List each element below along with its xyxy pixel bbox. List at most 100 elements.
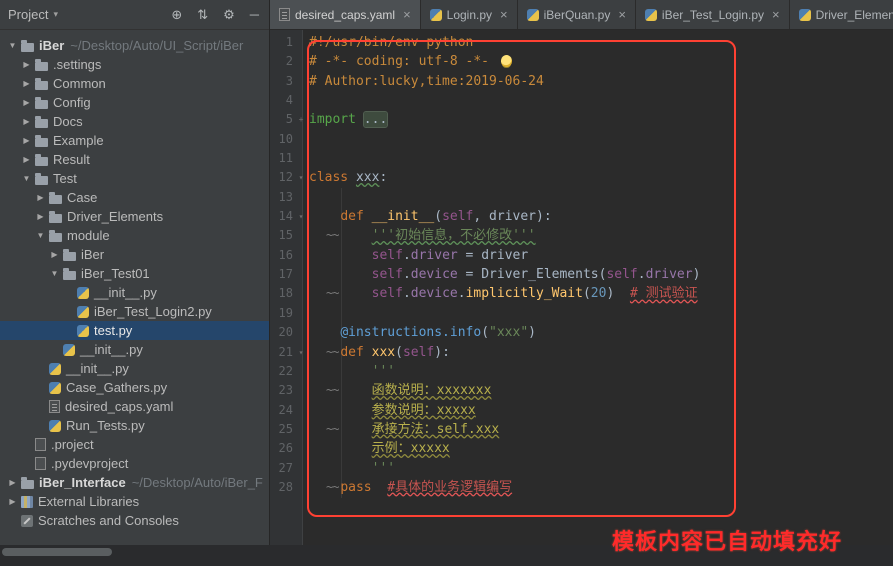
tree-item-external-libraries[interactable]: ▶External Libraries [0, 492, 269, 511]
tab-label: Driver_Elements.py [816, 8, 893, 22]
locate-file-icon[interactable]: ⊕ [171, 8, 182, 21]
expand-arrow-icon[interactable]: ▶ [6, 497, 19, 506]
wavy-margin-mark: ~~ [326, 381, 338, 400]
line-number: 25 [270, 420, 296, 439]
fold-marker-icon[interactable]: ▾ [296, 207, 306, 226]
fold-marker-icon[interactable]: ▾ [296, 168, 306, 187]
code-token: driver [411, 248, 458, 263]
tab-desired-caps-yaml[interactable]: desired_caps.yaml× [270, 0, 421, 29]
tree-item-example[interactable]: ▶Example [0, 131, 269, 150]
close-tab-icon[interactable]: × [618, 7, 626, 22]
hide-panel-icon[interactable]: ─ [250, 8, 259, 21]
expand-arrow-icon[interactable]: ▼ [6, 41, 19, 50]
tree-item-iber-interface[interactable]: ▶iBer_Interface~/Desktop/Auto/iBer_F [0, 473, 269, 492]
tab-login-py[interactable]: Login.py× [421, 0, 518, 29]
tree-item-label: test.py [94, 323, 132, 338]
tree-item-settings[interactable]: ▶.settings [0, 55, 269, 74]
expand-arrow-icon[interactable]: ▶ [6, 478, 19, 487]
code-token: self [372, 267, 403, 282]
tab-driver-elements-py[interactable]: Driver_Elements.py× [790, 0, 893, 29]
tree-item-iber[interactable]: ▼iBer~/Desktop/Auto/UI_Script/iBer [0, 36, 269, 55]
code-token: xxx [356, 170, 379, 185]
line-number: 16 [270, 246, 296, 265]
tree-item-common[interactable]: ▶Common [0, 74, 269, 93]
fold-marker-icon[interactable]: + [296, 110, 306, 129]
tree-item-module[interactable]: ▼module [0, 226, 269, 245]
code-text: ''' [306, 459, 395, 478]
tree-item-case[interactable]: ▶Case [0, 188, 269, 207]
line-number: 12 [270, 168, 296, 187]
python-file-icon [430, 9, 442, 21]
code-token: pass [340, 480, 371, 495]
expand-arrow-icon[interactable]: ▶ [20, 60, 33, 69]
tree-item-config[interactable]: ▶Config [0, 93, 269, 112]
tree-item-iber-test01[interactable]: ▼iBer_Test01 [0, 264, 269, 283]
horizontal-scrollbar-thumb[interactable] [2, 548, 112, 556]
tree-item-test[interactable]: ▼Test [0, 169, 269, 188]
tree-item-project[interactable]: .project [0, 435, 269, 454]
tree-item-init-py[interactable]: __init__.py [0, 283, 269, 302]
fold-marker-icon [296, 381, 306, 400]
chevron-down-icon[interactable]: ▾ [53, 9, 58, 20]
tree-item-init-py[interactable]: __init__.py [0, 340, 269, 359]
view-options-icon[interactable]: ⇅ [197, 8, 208, 21]
fold-marker-icon [296, 459, 306, 478]
tab-iberquan-py[interactable]: iBerQuan.py × [518, 0, 636, 29]
fold-marker-icon [296, 323, 306, 342]
expand-arrow-icon[interactable]: ▶ [20, 98, 33, 107]
tree-item-iber[interactable]: ▶iBer [0, 245, 269, 264]
tree-item-case-gathers-py[interactable]: Case_Gathers.py [0, 378, 269, 397]
project-panel-title[interactable]: Project [8, 7, 48, 22]
python-icon [77, 325, 89, 337]
code-text: @instructions.info("xxx") [306, 323, 536, 342]
code-text: ''' [306, 362, 395, 381]
tab-label: iBerQuan.py [544, 8, 611, 22]
code-token: def [340, 345, 371, 360]
tab-iber-test-login-py[interactable]: iBer_Test_Login.py× [636, 0, 790, 29]
tree-item-label: Case_Gathers.py [66, 380, 167, 395]
code-token: . [403, 267, 411, 282]
tree-item-pydevproject[interactable]: .pydevproject [0, 454, 269, 473]
tree-item-driver-elements[interactable]: ▶Driver_Elements [0, 207, 269, 226]
tree-item-scratches-and-consoles[interactable]: Scratches and Consoles [0, 511, 269, 530]
close-tab-icon[interactable]: × [772, 7, 780, 22]
tree-item-init-py[interactable]: __init__.py [0, 359, 269, 378]
line-number: 11 [270, 149, 296, 168]
fold-marker-icon [296, 72, 306, 91]
expand-arrow-icon[interactable]: ▼ [48, 269, 61, 278]
expand-arrow-icon[interactable]: ▼ [34, 231, 47, 240]
expand-arrow-icon[interactable]: ▼ [20, 174, 33, 183]
editor-surface[interactable]: 1#!/usr/bin/env python2# -*- coding: utf… [270, 30, 893, 566]
expand-arrow-icon[interactable]: ▶ [34, 212, 47, 221]
tree-item-desired-caps-yaml[interactable]: desired_caps.yaml [0, 397, 269, 416]
tree-item-test-py[interactable]: test.py [0, 321, 269, 340]
expand-arrow-icon[interactable]: ▶ [20, 136, 33, 145]
fold-marker-icon[interactable]: ▾ [296, 343, 306, 362]
code-token: : [379, 170, 387, 185]
code-line: 18 self.device.implicitly_Wait(20) # 测试验… [270, 284, 893, 303]
python-file-icon [527, 9, 539, 21]
close-tab-icon[interactable]: × [403, 7, 411, 22]
expand-arrow-icon[interactable]: ▶ [20, 79, 33, 88]
code-token: . [403, 286, 411, 301]
code-token: "xxx" [489, 325, 528, 340]
folder-icon [49, 233, 62, 242]
expand-arrow-icon[interactable]: ▶ [20, 155, 33, 164]
code-token: @instructions.info [340, 325, 481, 340]
close-tab-icon[interactable]: × [500, 7, 508, 22]
code-line: 13 [270, 188, 893, 207]
settings-gear-icon[interactable]: ⚙ [223, 8, 235, 21]
folder-icon [49, 214, 62, 223]
code-line: 23 函数说明：xxxxxxx~~ [270, 381, 893, 400]
code-token: ( [583, 286, 591, 301]
tree-item-result[interactable]: ▶Result [0, 150, 269, 169]
folder-icon [35, 100, 48, 109]
project-panel: Project ▾ ⊕ ⇅ ⚙ ─ ▼iBer~/Desktop/Auto/UI_Sc… [0, 0, 270, 566]
expand-arrow-icon[interactable]: ▶ [34, 193, 47, 202]
expand-arrow-icon[interactable]: ▶ [48, 250, 61, 259]
tree-item-run-tests-py[interactable]: Run_Tests.py [0, 416, 269, 435]
intention-bulb-icon[interactable] [501, 55, 512, 67]
tree-item-docs[interactable]: ▶Docs [0, 112, 269, 131]
tree-item-iber-test-login2-py[interactable]: iBer_Test_Login2.py [0, 302, 269, 321]
expand-arrow-icon[interactable]: ▶ [20, 117, 33, 126]
